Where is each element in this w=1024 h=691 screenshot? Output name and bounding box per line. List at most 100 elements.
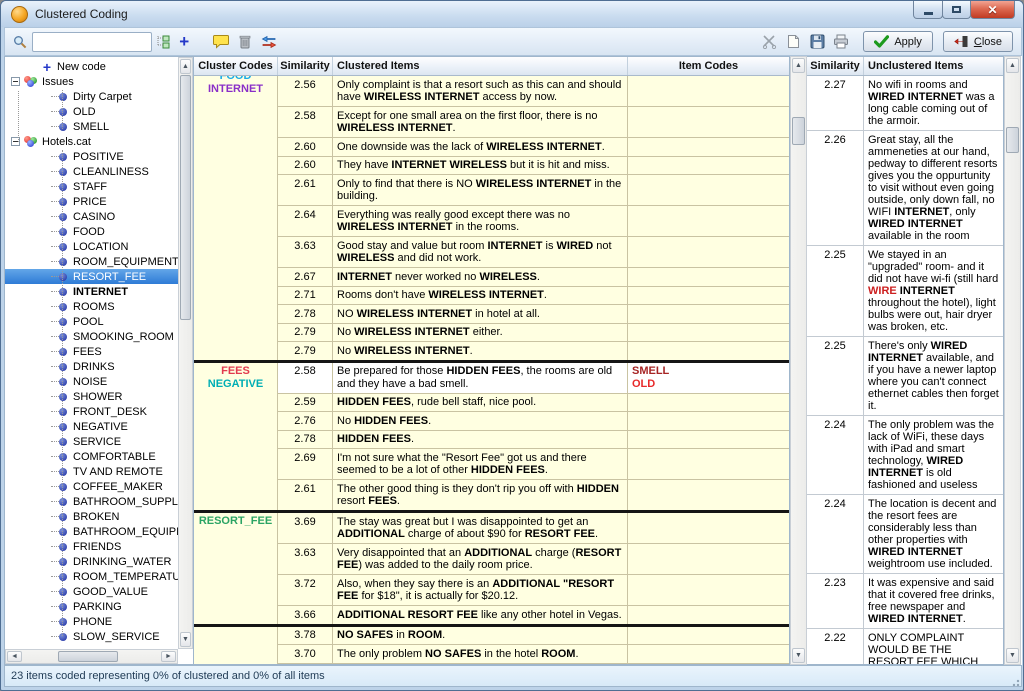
comment-icon[interactable] — [211, 32, 231, 52]
scroll-right-arrow[interactable]: ► — [161, 651, 176, 662]
tree-item-location[interactable]: LOCATION — [5, 239, 179, 254]
minimize-button[interactable] — [913, 1, 943, 19]
tree-item-resort-fee[interactable]: RESORT_FEE — [5, 269, 179, 284]
clustered-row[interactable]: 2.56Only complaint is that a resort such… — [278, 76, 789, 107]
tree-item-phone[interactable]: PHONE — [5, 614, 179, 629]
tree-item-drinks[interactable]: DRINKS — [5, 359, 179, 374]
unclustered-row[interactable]: 2.26Great stay, all the ammeneties at ou… — [807, 131, 1003, 246]
delete-icon[interactable] — [235, 32, 255, 52]
cluster-codes-cell[interactable] — [194, 627, 278, 665]
clustered-row[interactable]: 3.72Also, when they say there is an ADDI… — [278, 575, 789, 606]
tree-item-dirty-carpet[interactable]: Dirty Carpet — [5, 89, 179, 104]
tree-view-icon[interactable] — [154, 32, 172, 52]
tree-item-slow-service[interactable]: SLOW_SERVICE — [5, 629, 179, 644]
tree-item-issues[interactable]: Issues — [5, 74, 179, 89]
unclustered-row[interactable]: 2.24The only problem was the lack of WiF… — [807, 416, 1003, 495]
tree-item-internet[interactable]: INTERNET — [5, 284, 179, 299]
clustered-row[interactable]: 2.61The other good thing is they don't r… — [278, 480, 789, 510]
tree-item-tv-and-remote[interactable]: TV AND REMOTE — [5, 464, 179, 479]
search-input[interactable] — [32, 32, 152, 52]
clustered-row[interactable]: 2.79No WIRELESS INTERNET. — [278, 342, 789, 360]
tree-vertical-scrollbar[interactable]: ▲ ▼ — [178, 57, 193, 649]
clustered-row[interactable]: 2.76No HIDDEN FEES. — [278, 412, 789, 431]
tree-item-staff[interactable]: STAFF — [5, 179, 179, 194]
tree-item-service[interactable]: SERVICE — [5, 434, 179, 449]
title-bar[interactable]: Clustered Coding ✕ — [1, 1, 1023, 27]
clustered-row[interactable]: 2.78HIDDEN FEES. — [278, 431, 789, 450]
resize-grip[interactable] — [1009, 676, 1021, 688]
tree-item-bathroom-supplies[interactable]: BATHROOM_SUPPLIES — [5, 494, 179, 509]
unclustered-row[interactable]: 2.23It was expensive and said that it co… — [807, 574, 1003, 629]
tree-item-shower[interactable]: SHOWER — [5, 389, 179, 404]
clustered-row[interactable]: 2.60They have INTERNET WIRELESS but it i… — [278, 157, 789, 176]
column-header-item-codes[interactable]: Item Codes — [628, 57, 789, 75]
unclustered-row[interactable]: 2.24The location is decent and the resor… — [807, 495, 1003, 574]
clustered-row[interactable]: 2.79No WIRELESS INTERNET either. — [278, 324, 789, 343]
unclustered-row[interactable]: 2.27No wifi in rooms and WIRED INTERNET … — [807, 76, 1003, 131]
scroll-up-arrow[interactable]: ▲ — [180, 59, 191, 74]
scroll-down-arrow[interactable]: ▼ — [180, 632, 191, 647]
scroll-up-arrow[interactable]: ▲ — [1006, 58, 1019, 73]
tree-item-broken[interactable]: BROKEN — [5, 509, 179, 524]
clustered-row[interactable]: 2.78NO WIRELESS INTERNET in hotel at all… — [278, 305, 789, 324]
clustered-row[interactable]: 3.63Good stay and value but room INTERNE… — [278, 237, 789, 268]
unclustered-row[interactable]: 2.25We stayed in an "upgraded" room- and… — [807, 246, 1003, 337]
scrollbar-thumb[interactable] — [792, 117, 805, 145]
clustered-row[interactable]: 2.60One downside was the lack of WIRELES… — [278, 138, 789, 157]
column-header-clustered-items[interactable]: Clustered Items — [333, 57, 628, 75]
clustered-row[interactable]: 2.59HIDDEN FEES, rude bell staff, nice p… — [278, 394, 789, 413]
clustered-row[interactable]: 2.69I'm not sure what the "Resort Fee" g… — [278, 449, 789, 480]
maximize-button[interactable] — [942, 1, 971, 19]
print-icon[interactable] — [831, 32, 851, 52]
unclustered-row[interactable]: 2.22ONLY COMPLAINT WOULD BE THE RESORT F… — [807, 629, 1003, 664]
tree-horizontal-scrollbar[interactable]: ◄ ► — [5, 649, 178, 664]
scroll-left-arrow[interactable]: ◄ — [7, 651, 22, 662]
collapse-expander-icon[interactable] — [11, 77, 20, 86]
report-icon[interactable] — [783, 32, 803, 52]
scrollbar-thumb[interactable] — [180, 75, 191, 320]
clustered-row[interactable]: 3.78NO SAFES in ROOM. — [278, 627, 789, 646]
scrollbar-thumb[interactable] — [58, 651, 118, 662]
tree-item-friends[interactable]: FRIENDS — [5, 539, 179, 554]
clustered-row[interactable]: 2.58Be prepared for those HIDDEN FEES, t… — [278, 363, 789, 394]
clustered-row[interactable]: 2.61Only to find that there is NO WIRELE… — [278, 175, 789, 206]
clustered-row[interactable]: 2.58Except for one small area on the fir… — [278, 107, 789, 138]
unclustered-row[interactable]: 2.25There's only WIRED INTERNET availabl… — [807, 337, 1003, 416]
scroll-down-arrow[interactable]: ▼ — [1006, 648, 1019, 663]
clustered-row[interactable]: 3.63Very disappointed that an ADDITIONAL… — [278, 544, 789, 575]
tree-item-positive[interactable]: POSITIVE — [5, 149, 179, 164]
column-header-similarity[interactable]: Similarity — [278, 57, 333, 75]
tree-item-casino[interactable]: CASINO — [5, 209, 179, 224]
unclustered-table-scrollbar[interactable]: ▲ ▼ — [1004, 56, 1021, 665]
scroll-down-arrow[interactable]: ▼ — [792, 648, 805, 663]
cluster-codes-cell[interactable]: RESORT_FEE — [194, 513, 278, 624]
clustered-row[interactable]: 3.66ADDITIONAL RESORT FEE like any other… — [278, 606, 789, 624]
tree-item-food[interactable]: FOOD — [5, 224, 179, 239]
save-icon[interactable] — [807, 32, 827, 52]
clustered-table-scrollbar[interactable]: ▲ ▼ — [790, 56, 807, 665]
tree-item-coffee-maker[interactable]: COFFEE_MAKER — [5, 479, 179, 494]
clustered-row[interactable]: 2.68The one other thing I did not like w… — [278, 664, 789, 665]
apply-button[interactable]: Apply — [863, 31, 933, 52]
tree-item-new-code[interactable]: +New code — [5, 59, 179, 74]
scrollbar-thumb[interactable] — [1006, 127, 1019, 153]
tree-item-comfortable[interactable]: COMFORTABLE — [5, 449, 179, 464]
transfer-icon[interactable] — [259, 32, 279, 52]
tree-item-room-temperature[interactable]: ROOM_TEMPERATURE — [5, 569, 179, 584]
cluster-codes-cell[interactable]: FOODINTERNET — [194, 76, 278, 360]
tree-item-negative[interactable]: NEGATIVE — [5, 419, 179, 434]
tree-item-hotels-cat[interactable]: Hotels.cat — [5, 134, 179, 149]
tree-item-smell[interactable]: SMELL — [5, 119, 179, 134]
column-header-similarity[interactable]: Similarity — [807, 57, 864, 75]
clustered-row[interactable]: 2.71Rooms don't have WIRELESS INTERNET. — [278, 287, 789, 306]
close-window-button[interactable]: ✕ — [970, 1, 1015, 19]
tree-item-price[interactable]: PRICE — [5, 194, 179, 209]
tree-item-front-desk[interactable]: FRONT_DESK — [5, 404, 179, 419]
column-header-cluster-codes[interactable]: Cluster Codes — [194, 57, 278, 75]
tree-item-rooms[interactable]: ROOMS — [5, 299, 179, 314]
clustered-row[interactable]: 2.67INTERNET never worked no WIRELESS. — [278, 268, 789, 287]
close-button[interactable]: Close — [943, 31, 1013, 52]
clustered-row[interactable]: 3.70The only problem NO SAFES in the hot… — [278, 645, 789, 664]
tree-item-noise[interactable]: NOISE — [5, 374, 179, 389]
tree-item-drinking-water[interactable]: DRINKING_WATER — [5, 554, 179, 569]
